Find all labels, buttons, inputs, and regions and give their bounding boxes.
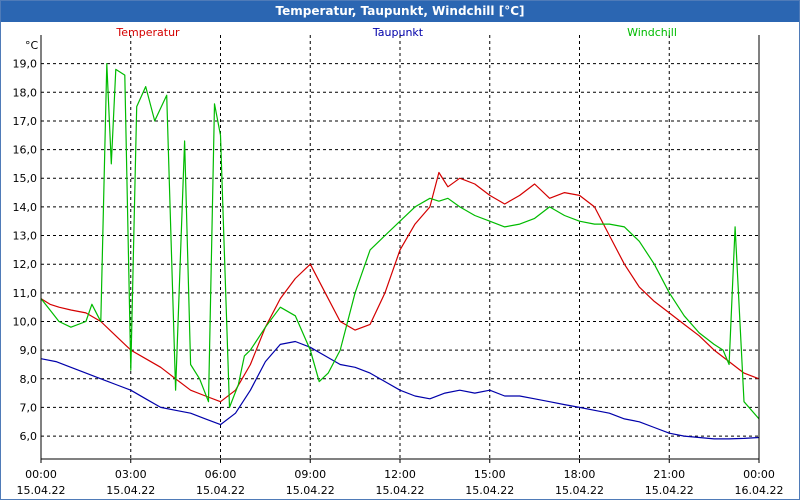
x-tick-date: 15.04.22	[465, 484, 514, 497]
x-tick-time: 00:00	[743, 468, 775, 481]
y-tick-label: 16,0	[13, 144, 38, 157]
line-chart: 6,0 7,0 8,0 9,0 10,0 11,0 12,0 13,0 14,0 15,0 16,0…	[13, 26, 784, 497]
legend: Temperatur Taupunkt Windchill	[115, 26, 677, 39]
x-tick-time: 09:00	[294, 468, 326, 481]
x-tick-time: 03:00	[115, 468, 147, 481]
y-tick-label: 8,0	[20, 373, 38, 386]
y-tick-label: 6,0	[20, 430, 38, 443]
x-tick-time: 18:00	[564, 468, 596, 481]
x-tick-date: 15.04.22	[196, 484, 245, 497]
y-tick-label: 19,0	[13, 58, 38, 71]
x-tick-time: 21:00	[653, 468, 685, 481]
legend-entry-temperatur: Temperatur	[115, 26, 180, 39]
x-tick-time: 15:00	[474, 468, 506, 481]
y-tick-label: 9,0	[20, 344, 38, 357]
legend-entry-taupunkt: Taupunkt	[372, 26, 424, 39]
x-tick-date: 16.04.22	[735, 484, 784, 497]
x-tick-date: 15.04.22	[645, 484, 694, 497]
series-line-taupunkt	[40, 340, 760, 440]
x-tick-date: 15.04.22	[286, 484, 335, 497]
y-tick-label: 18,0	[13, 86, 38, 99]
x-tick-date: 15.04.22	[17, 484, 66, 497]
y-unit-label: °C	[25, 39, 39, 52]
y-tick-label: 11,0	[13, 287, 38, 300]
y-tick-label: 14,0	[13, 201, 38, 214]
y-tick-labels: 6,0 7,0 8,0 9,0 10,0 11,0 12,0 13,0 14,0 15,0 16,0…	[13, 58, 38, 443]
legend-entry-windchill: Windchill	[627, 26, 677, 39]
y-tick-label: 15,0	[13, 172, 38, 185]
x-tick-time: 00:00	[25, 468, 57, 481]
x-tick-date: 15.04.22	[376, 484, 425, 497]
y-tick-label: 13,0	[13, 230, 38, 243]
y-tick-label: 7,0	[20, 401, 38, 414]
y-tick-label: 17,0	[13, 115, 38, 128]
x-tick-labels: 00:00 15.04.22 03:00 15.04.22 06:00 15.04.22 0…	[17, 468, 784, 497]
y-tick-label: 10,0	[13, 315, 38, 328]
x-tick-date: 15.04.22	[555, 484, 604, 497]
x-tick-time: 12:00	[384, 468, 416, 481]
y-tick-label: 12,0	[13, 258, 38, 271]
x-tick-time: 06:00	[205, 468, 237, 481]
x-tick-date: 15.04.22	[106, 484, 155, 497]
